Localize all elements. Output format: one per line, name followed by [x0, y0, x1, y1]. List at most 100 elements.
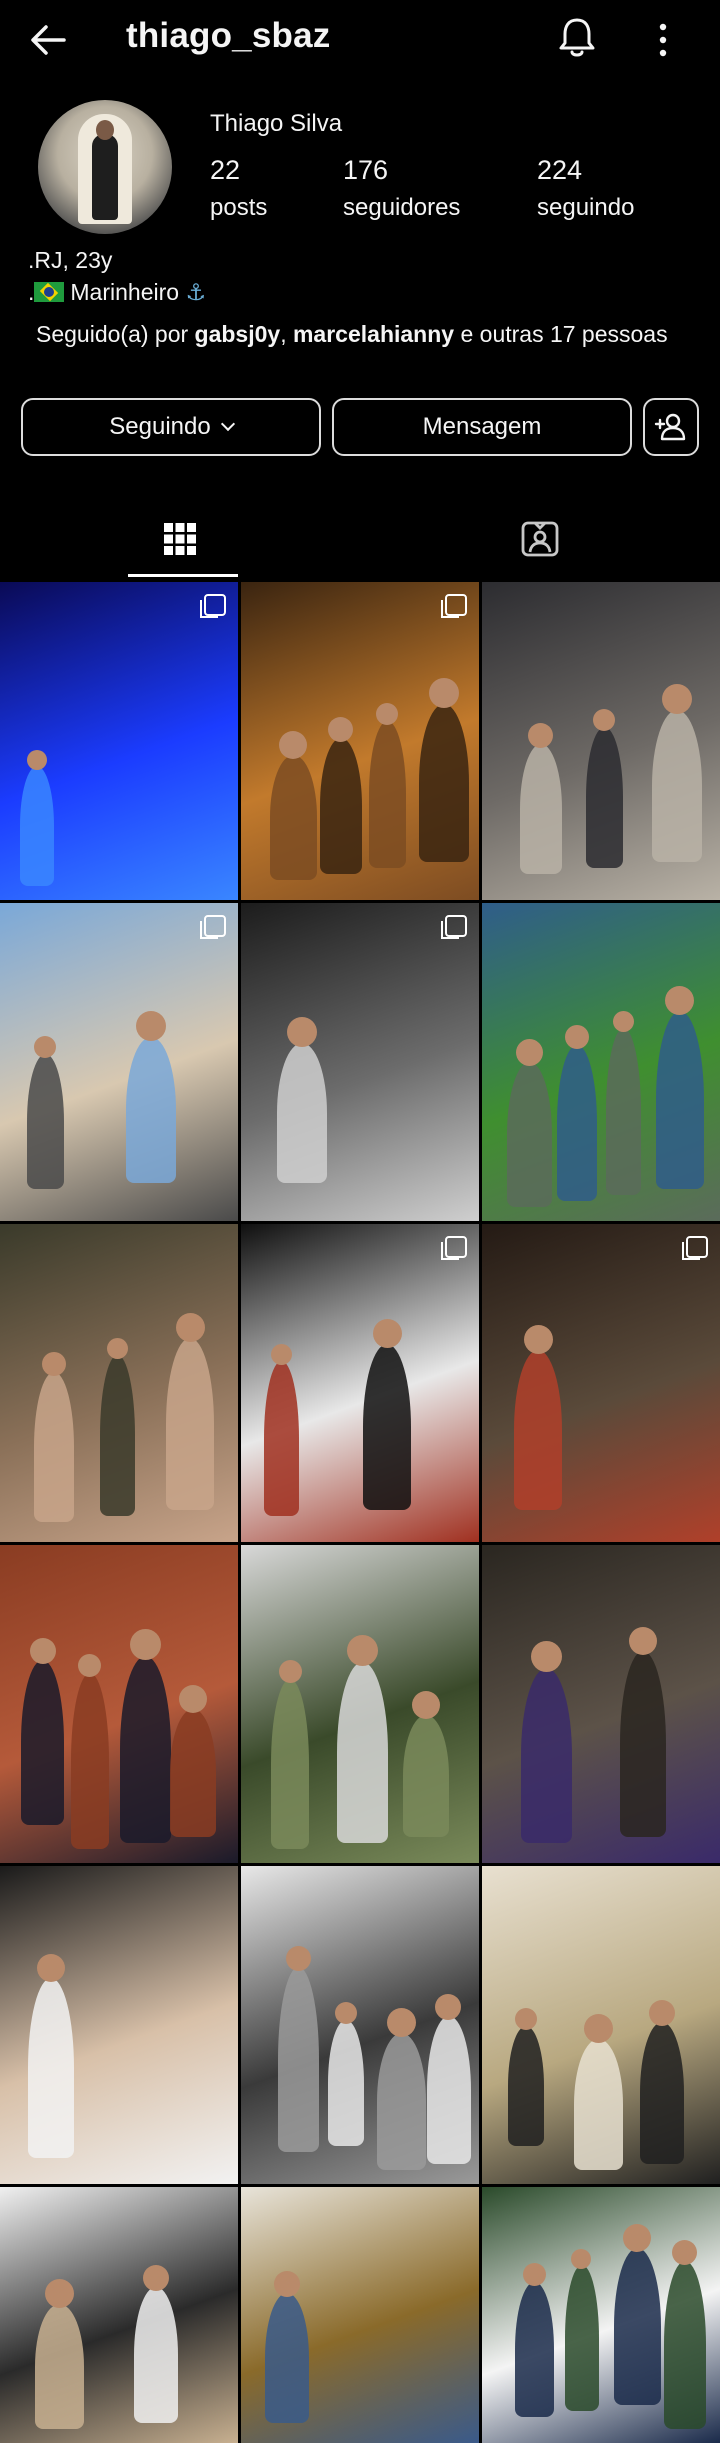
- multiple-photos-icon: [441, 594, 467, 618]
- post-figure-head: [178, 1685, 207, 1713]
- followed-user-1[interactable]: gabsj0y: [195, 321, 281, 347]
- post-figure-head: [372, 1319, 402, 1348]
- post-thumbnail[interactable]: [0, 1545, 238, 1863]
- post-thumbnail[interactable]: [482, 1224, 720, 1542]
- profile-full-name: Thiago Silva: [210, 110, 343, 137]
- stat-followers-label: seguidores: [343, 194, 461, 221]
- following-button[interactable]: Seguindo: [21, 398, 321, 456]
- post-figure-head: [26, 750, 47, 770]
- post-figure: [520, 744, 562, 874]
- post-figure-head: [107, 1338, 128, 1359]
- post-figure: [271, 1679, 309, 1849]
- post-figure: [521, 1668, 572, 1843]
- post-thumbnail[interactable]: [241, 2187, 479, 2443]
- post-thumbnail[interactable]: [0, 1224, 238, 1542]
- followed-by-text[interactable]: Seguido(a) por gabsj0y, marcelahianny e …: [36, 318, 676, 350]
- post-figure-head: [278, 1660, 302, 1683]
- add-user-button[interactable]: [643, 398, 699, 456]
- post-thumbnail[interactable]: [482, 1866, 720, 2184]
- multiple-photos-icon: [441, 1236, 467, 1260]
- post-figure-head: [523, 1325, 553, 1354]
- post-figure: [20, 766, 54, 886]
- post-figure-head: [583, 2014, 613, 2043]
- post-figure: [265, 2293, 309, 2423]
- post-thumbnail[interactable]: [241, 1224, 479, 1542]
- post-figure-head: [522, 2263, 546, 2286]
- post-figure-head: [629, 1627, 658, 1655]
- post-figure: [640, 2022, 684, 2164]
- post-figure: [278, 1967, 319, 2152]
- post-figure-head: [44, 2279, 74, 2308]
- post-figure-head: [376, 703, 399, 725]
- post-figure: [655, 1011, 704, 1189]
- post-thumbnail[interactable]: [0, 582, 238, 900]
- chevron-down-icon: [220, 416, 235, 432]
- post-figure: [663, 2261, 706, 2429]
- profile-username: thiago_sbaz: [126, 16, 331, 55]
- more-vertical-icon[interactable]: [652, 18, 674, 62]
- stat-following[interactable]: 224 seguindo: [537, 155, 634, 222]
- post-figure: [564, 2265, 599, 2411]
- post-figure: [337, 1662, 388, 1843]
- post-figure-head: [34, 1036, 57, 1058]
- stat-posts[interactable]: 22 posts: [210, 155, 267, 222]
- post-figure: [620, 1651, 666, 1837]
- post-figure-head: [42, 1352, 66, 1376]
- post-thumbnail[interactable]: [241, 1545, 479, 1863]
- tab-posts-grid[interactable]: [0, 500, 360, 578]
- post-figure: [614, 2248, 661, 2405]
- post-thumbnail[interactable]: [482, 1545, 720, 1863]
- stat-posts-count: 22: [210, 155, 241, 185]
- post-thumbnail[interactable]: [0, 903, 238, 1221]
- post-thumbnail[interactable]: [482, 2187, 720, 2443]
- post-figure-head: [37, 1954, 66, 1982]
- stat-followers[interactable]: 176 seguidores: [343, 155, 460, 222]
- post-figure-head: [412, 1691, 441, 1719]
- post-figure-head: [564, 1025, 589, 1049]
- post-figure-head: [287, 1017, 317, 1047]
- bell-icon[interactable]: [554, 14, 600, 60]
- post-thumbnail[interactable]: [241, 903, 479, 1221]
- post-figure-head: [428, 678, 459, 708]
- post-figure-head: [273, 2271, 300, 2297]
- post-figure: [515, 2282, 554, 2417]
- post-figure: [507, 1062, 552, 1207]
- post-figure: [377, 2033, 426, 2170]
- tab-tagged[interactable]: [360, 500, 720, 578]
- post-thumbnail[interactable]: [0, 2187, 238, 2443]
- anchor-icon: ⚓: [185, 279, 207, 305]
- avatar-figure: [92, 134, 118, 220]
- profile-avatar[interactable]: [38, 100, 172, 234]
- post-figure: [70, 1673, 109, 1849]
- post-thumbnail[interactable]: [241, 582, 479, 900]
- post-thumbnail[interactable]: [0, 1866, 238, 2184]
- post-figure: [34, 1372, 74, 1522]
- followed-user-2[interactable]: marcelahianny: [293, 321, 454, 347]
- multiple-photos-icon: [682, 1236, 708, 1260]
- post-figure: [100, 1355, 135, 1516]
- tagged-icon: [521, 521, 559, 557]
- post-figure-head: [142, 2265, 169, 2291]
- post-figure: [327, 2020, 364, 2146]
- avatar-head: [96, 120, 114, 140]
- bio-occupation: . Marinheiro ⚓: [28, 276, 206, 308]
- post-figure-head: [665, 986, 695, 1015]
- post-figure: [574, 2039, 623, 2170]
- post-figure: [27, 1054, 64, 1189]
- post-thumbnail[interactable]: [482, 903, 720, 1221]
- post-figure: [264, 1361, 299, 1516]
- post-thumbnail[interactable]: [241, 1866, 479, 2184]
- post-figure-head: [347, 1635, 379, 1666]
- post-figure: [21, 1660, 64, 1825]
- multiple-photos-icon: [441, 915, 467, 939]
- post-figure-head: [593, 709, 616, 731]
- post-figure: [120, 1656, 171, 1843]
- post-figure: [556, 1045, 597, 1201]
- post-figure-head: [334, 2002, 357, 2024]
- post-thumbnail[interactable]: [482, 582, 720, 900]
- arrow-left-icon[interactable]: [26, 18, 70, 62]
- post-figure-head: [78, 1654, 102, 1677]
- message-button[interactable]: Mensagem: [332, 398, 632, 456]
- post-figure-head: [623, 2224, 652, 2252]
- post-figure-head: [435, 1994, 462, 2020]
